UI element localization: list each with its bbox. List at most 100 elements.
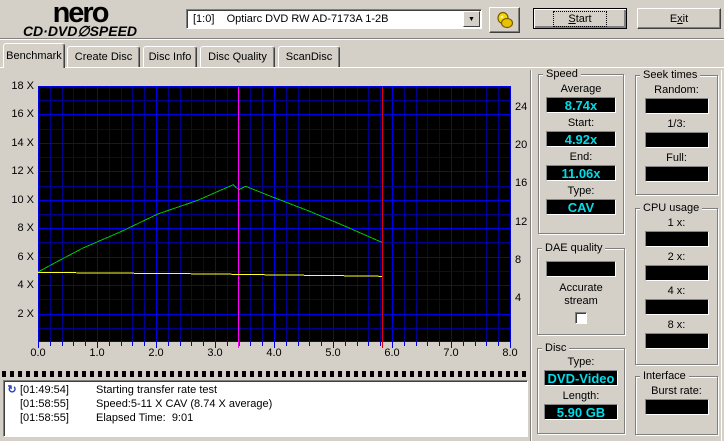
drive-select-combobox[interactable]: [1:0] Optiarc DVD RW AD-7173A 1-2B ▼ xyxy=(186,9,482,29)
tab-disc-info[interactable]: Disc Info xyxy=(143,46,197,67)
disc-length-value: 5.90 GB xyxy=(544,404,618,420)
x-tick-label: 5.0 xyxy=(325,347,341,359)
y-left-tick-label: 2 X xyxy=(17,307,34,320)
tab-benchmark[interactable]: Benchmark xyxy=(3,43,65,68)
log-entry: ↻ [01:49:54] Starting transfer rate test xyxy=(4,383,527,397)
chart-canvas xyxy=(38,86,511,348)
status-log[interactable]: ↻ [01:49:54] Starting transfer rate test… xyxy=(3,380,528,437)
y-right-tick-label: 12 xyxy=(515,215,528,228)
y-left-tick-label: 6 X xyxy=(17,250,34,263)
disc-group: Disc Type: DVD-Video Length: 5.90 GB xyxy=(537,342,625,434)
x-tick-label: 1.0 xyxy=(89,347,105,359)
cpu-8x-value xyxy=(644,333,709,349)
cpu-usage-group-title: CPU usage xyxy=(640,202,703,214)
tab-page-top-edge xyxy=(0,67,724,68)
disc-type-label: Type: xyxy=(567,356,595,368)
options-button[interactable] xyxy=(489,7,520,33)
dae-quality-value xyxy=(546,261,616,277)
nero-logo-wordmark: nero xyxy=(52,0,110,29)
y-left-tick-label: 16 X xyxy=(11,108,34,121)
start-button-label: Start xyxy=(553,10,607,27)
burst-rate-value xyxy=(644,399,709,415)
speed-group-title: Speed xyxy=(543,68,581,80)
end-speed-label: End: xyxy=(569,151,593,163)
seek-random-value xyxy=(644,98,709,114)
interface-group-title: Interface xyxy=(640,370,689,382)
end-speed-value: 11.06x xyxy=(546,165,616,181)
seek-full-label: Full: xyxy=(666,152,687,164)
average-speed-value: 8.74x xyxy=(546,97,616,113)
busy-spinner-icon: ↻ xyxy=(7,384,17,396)
options-icon xyxy=(496,11,513,29)
cpu-8x-label: 8 x: xyxy=(667,319,686,331)
accurate-stream-label: Accurate stream xyxy=(559,282,603,307)
dae-quality-group: DAE quality Accurate stream xyxy=(537,242,625,335)
y-left-tick-label: 10 X xyxy=(11,193,34,206)
disc-group-title: Disc xyxy=(542,342,570,354)
seek-random-label: Random: xyxy=(654,84,699,96)
speed-group: Speed Average 8.74x Start: 4.92x End: 11… xyxy=(538,68,624,234)
disc-length-label: Length: xyxy=(562,390,600,402)
cpu-4x-label: 4 x: xyxy=(667,285,686,297)
cd-dvd-speed-logo-text: CD·DVD∅SPEED xyxy=(22,23,138,39)
log-splitter-handle[interactable] xyxy=(2,371,528,377)
nero-cd-dvd-speed-window: nero CD·DVD∅SPEED [1:0] Optiarc DVD RW A… xyxy=(0,0,724,441)
header-divider xyxy=(0,38,724,40)
exit-button-label: Exit xyxy=(669,12,689,25)
cpu-1x-value xyxy=(644,231,709,247)
start-button[interactable]: Start xyxy=(533,8,627,29)
y-left-tick-label: 8 X xyxy=(17,222,34,235)
tab-scandisc[interactable]: ScanDisc xyxy=(278,46,340,67)
average-speed-label: Average xyxy=(560,83,602,95)
x-tick-label: 7.0 xyxy=(443,347,459,359)
log-timestamp: [01:58:55] xyxy=(20,398,69,410)
burst-rate-label: Burst rate: xyxy=(651,385,702,397)
seek-third-label: 1/3: xyxy=(667,118,686,130)
log-message: Elapsed Time: 9:01 xyxy=(96,412,194,424)
x-tick-label: 2.0 xyxy=(148,347,164,359)
seek-times-group: Seek times Random: 1/3: Full: xyxy=(635,69,718,195)
disc-type-value: DVD-Video xyxy=(544,370,618,386)
right-edge-highlight xyxy=(721,70,722,441)
cpu-usage-group: CPU usage 1 x: 2 x: 4 x: 8 x: xyxy=(635,202,718,365)
transfer-rate-chart: 18 X 16 X 14 X 12 X 10 X 8 X 6 X 4 X 2 X 0.0 1.0 2.… xyxy=(0,70,540,370)
y-left-tick-label: 14 X xyxy=(11,136,34,149)
x-tick-label: 3.0 xyxy=(207,347,223,359)
y-right-tick-label: 20 xyxy=(515,139,528,152)
cpu-1x-label: 1 x: xyxy=(667,217,686,229)
tab-disc-quality[interactable]: Disc Quality xyxy=(200,46,275,67)
panel-separator xyxy=(530,70,532,441)
log-entry: [01:58:55] Speed:5-11 X CAV (8.74 X aver… xyxy=(4,397,527,411)
cpu-2x-value xyxy=(644,265,709,281)
chevron-down-icon: ▼ xyxy=(468,15,475,23)
interface-group: Interface Burst rate: xyxy=(635,370,718,435)
seek-times-group-title: Seek times xyxy=(640,69,701,81)
y-left-tick-label: 4 X xyxy=(17,279,34,292)
exit-button[interactable]: Exit xyxy=(637,8,721,29)
x-tick-label: 0.0 xyxy=(30,347,46,359)
cpu-2x-label: 2 x: xyxy=(667,251,686,263)
start-speed-value: 4.92x xyxy=(546,131,616,147)
drive-select-dropdown-button[interactable]: ▼ xyxy=(463,11,480,27)
cpu-4x-value xyxy=(644,299,709,315)
accurate-stream-checkbox[interactable] xyxy=(575,312,587,324)
x-tick-label: 4.0 xyxy=(266,347,282,359)
speed-type-label: Type: xyxy=(567,185,595,197)
seek-full-value xyxy=(644,166,709,182)
speed-type-value: CAV xyxy=(546,199,616,215)
log-entry: [01:58:55] Elapsed Time: 9:01 xyxy=(4,411,527,425)
seek-third-value xyxy=(644,132,709,148)
tab-create-disc[interactable]: Create Disc xyxy=(67,46,140,67)
y-right-tick-label: 16 xyxy=(515,177,528,190)
y-right-tick-label: 8 xyxy=(515,253,522,266)
y-left-tick-label: 18 X xyxy=(11,80,34,92)
y-right-tick-label: 24 xyxy=(515,101,528,113)
log-message: Speed:5-11 X CAV (8.74 X average) xyxy=(96,398,273,410)
dae-quality-group-title: DAE quality xyxy=(542,242,606,254)
log-timestamp: [01:58:55] xyxy=(20,412,69,424)
x-tick-label: 8.0 xyxy=(502,347,518,359)
y-right-tick-label: 4 xyxy=(515,292,522,305)
log-timestamp: [01:49:54] xyxy=(20,384,69,396)
nero-logo: nero CD·DVD∅SPEED xyxy=(6,0,154,39)
drive-select-value: [1:0] Optiarc DVD RW AD-7173A 1-2B xyxy=(193,13,389,25)
